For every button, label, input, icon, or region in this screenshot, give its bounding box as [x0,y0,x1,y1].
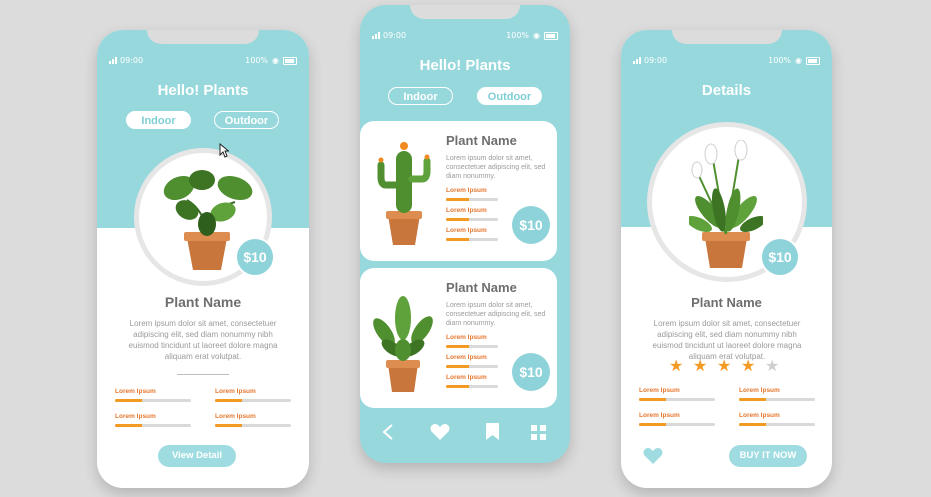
stat-bar [446,218,498,221]
plant-card[interactable]: Plant Name Lorem ipsum dolor sit amet, c… [360,268,557,408]
star-icon: ★ [693,358,708,375]
stat-label: Lorem Ipsum [446,207,487,214]
status-bar: 09:00 100% ◉ [97,56,309,70]
status-bar: 09:00 100% ◉ [360,31,570,45]
tab-indoor[interactable]: Indoor [388,87,453,105]
heart-icon[interactable] [643,448,663,465]
stat-label: Lorem Ipsum [446,227,487,234]
cursor-icon [219,143,229,158]
price-badge: $10 [760,237,800,277]
battery-icon [806,56,820,65]
stat-bar [639,423,715,426]
phone-outdoor-list-screen: 09:00 100% ◉ Hello! Plants Indoor Outdoor… [360,5,570,463]
stat-bar [215,399,291,402]
peace-lily-plant-image [689,140,763,268]
stat-bar [215,424,291,427]
stat-label: Lorem Ipsum [639,412,680,419]
stat-label: Lorem Ipsum [739,387,780,394]
battery-percent: 100% [768,56,792,65]
status-time: 09:00 [120,56,144,65]
cactus-plant-image [377,142,431,245]
stat-label: Lorem Ipsum [639,387,680,394]
stat-label: Lorem Ipsum [115,388,156,395]
signal-icon [109,57,117,64]
stat-label: Lorem Ipsum [446,187,487,194]
stat-label: Lorem Ipsum [446,374,487,381]
battery-percent: 100% [245,56,269,65]
phone-indoor-screen: 09:00 100% ◉ Hello! Plants Indoor Outdoor… [97,30,309,488]
divider [177,374,229,375]
stat-bar [115,424,191,427]
stat-bar [446,198,498,201]
battery-icon [544,31,558,40]
app-title: Hello! Plants [419,57,511,74]
status-bar: 09:00 100% ◉ [621,56,832,70]
stat-bar [446,238,498,241]
stat-label: Lorem Ipsum [215,388,256,395]
phone-details-screen: 09:00 100% ◉ Details $10 Plant Name Lorem… [621,30,832,488]
wifi-icon: ◉ [272,56,279,65]
wifi-icon: ◉ [795,56,802,65]
stat-label: Lorem Ipsum [446,354,487,361]
buy-now-button[interactable]: BUY IT NOW [729,445,807,467]
star-icon: ★ [669,358,684,375]
plant-name: Plant Name [164,294,242,310]
app-title: Hello! Plants [157,82,249,99]
stat-label: Lorem Ipsum [739,412,780,419]
page-title: Details [701,82,752,99]
wifi-icon: ◉ [533,31,540,40]
plant-card[interactable]: Plant Name Lorem ipsum dolor sit amet, c… [360,121,557,261]
price-badge: $10 [512,353,550,391]
star-icon: ★ [717,358,732,375]
plant-description: Lorem ipsum dolor sit amet, consectetuer… [446,155,546,180]
plant-name: Plant Name [691,295,762,310]
grid-icon[interactable] [531,425,546,440]
stat-label: Lorem Ipsum [215,413,256,420]
price-badge: $10 [235,237,275,277]
heart-icon[interactable] [430,424,450,441]
tab-outdoor[interactable]: Outdoor [214,111,279,129]
star-icon: ★ [765,358,780,375]
stat-bar [115,399,191,402]
battery-icon [283,56,297,65]
signal-icon [633,57,641,64]
stat-bar [446,385,498,388]
tab-outdoor[interactable]: Outdoor [477,87,542,105]
succulent-plant-image [373,296,433,392]
plant-description: Lorem ipsum dolor sit amet, consectetuer… [446,302,546,327]
bookmark-icon[interactable] [486,423,499,440]
stat-bar [739,423,815,426]
plant-description: Lorem ipsum dolor sit amet, consectetuer… [128,319,278,361]
back-icon[interactable] [382,424,394,440]
notch [147,30,259,44]
plant-name: Plant Name [446,133,517,148]
stat-bar [639,398,715,401]
stat-label: Lorem Ipsum [446,334,487,341]
stat-bar [739,398,815,401]
star-icon: ★ [741,358,756,375]
status-time: 09:00 [383,31,407,40]
signal-icon [372,32,380,39]
price-badge: $10 [512,206,550,244]
battery-percent: 100% [506,31,530,40]
stat-bar [446,365,498,368]
stat-bar [446,345,498,348]
tab-indoor[interactable]: Indoor [126,111,191,129]
plant-name: Plant Name [446,280,517,295]
notch [671,30,782,44]
notch [410,5,520,19]
status-time: 09:00 [644,56,668,65]
view-detail-button[interactable]: View Detail [158,445,236,467]
stat-label: Lorem Ipsum [115,413,156,420]
